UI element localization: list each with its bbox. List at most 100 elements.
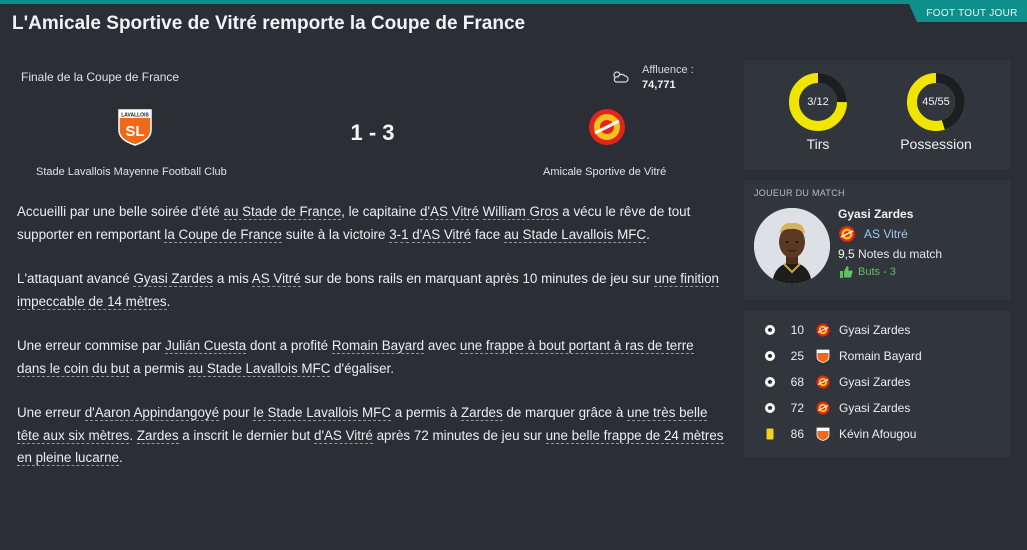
motm-title: JOUEUR DU MATCH — [754, 188, 845, 198]
article-text: après 72 minutes de jeu sur — [372, 427, 546, 443]
article-link[interactable]: au Stade Lavallois MFC — [503, 226, 647, 243]
report-paragraph-4: Une erreur d'Aaron Appindangoyé pour le … — [17, 402, 724, 470]
yellow-card-icon — [766, 428, 774, 440]
article-text: a permis — [129, 360, 189, 376]
event-minute: 25 — [790, 349, 804, 363]
away-crest-icon — [816, 375, 830, 389]
motm-rating: 9,5 Notes du match — [838, 247, 942, 261]
event-row[interactable]: 25 Romain Bayard — [744, 344, 1010, 370]
article-text: dont a profité — [246, 338, 332, 353]
article-link[interactable]: le Stade Lavallois MFC — [253, 405, 392, 421]
competition-label: Finale de la Coupe de France — [21, 70, 180, 84]
article-link[interactable]: d'AS Vitré — [412, 226, 472, 243]
article-text: pour — [219, 405, 254, 420]
article-text: . — [646, 226, 650, 242]
article-link[interactable]: d'AS Vitré — [314, 427, 373, 444]
article-link[interactable]: Romain Bayard — [331, 338, 425, 354]
club-crest-icon — [839, 226, 855, 242]
article-text: sur de bons rails en marquant après 10 m… — [300, 271, 655, 286]
away-crest-icon — [816, 323, 830, 337]
event-minute: 10 — [790, 323, 804, 337]
article-link[interactable]: au Stade Lavallois MFC — [188, 360, 331, 377]
motm-rating-value: 9,5 — [838, 247, 855, 261]
player-avatar[interactable] — [754, 208, 830, 284]
report-paragraph-1: Accueilli par une belle soirée d'été au … — [17, 201, 724, 246]
article-text: a permis à — [391, 405, 461, 420]
ball-icon — [765, 351, 775, 361]
article-link[interactable]: 3-1 — [389, 226, 409, 243]
motm-club-link[interactable]: AS Vitré — [864, 227, 908, 241]
event-row[interactable]: 10 Gyasi Zardes — [744, 318, 1010, 344]
svg-text:SL: SL — [125, 123, 144, 140]
away-team-name[interactable]: Amicale Sportive de Vitré — [543, 166, 666, 178]
event-player[interactable]: Gyasi Zardes — [839, 375, 910, 389]
article-link[interactable]: d'Aaron Appindangoyé — [84, 405, 220, 421]
article-text: face — [471, 226, 504, 242]
event-player[interactable]: Kévin Afougou — [839, 427, 916, 441]
event-row[interactable]: 86 Kévin Afougou — [744, 422, 1010, 448]
article-link[interactable]: William Gros — [482, 204, 559, 220]
shots-value: 3/12 — [807, 96, 829, 108]
event-minute: 86 — [790, 427, 804, 441]
motm-rating-label: Notes du match — [858, 247, 943, 261]
article-text: suite à la victoire — [282, 226, 390, 242]
article-text: . — [119, 450, 123, 465]
article-text: de marquer grâce à — [502, 405, 627, 420]
ball-icon — [765, 377, 775, 387]
article-text: d'égaliser. — [330, 360, 394, 376]
article-text: . — [129, 427, 137, 443]
possession-label: Possession — [900, 136, 972, 152]
attendance-value: 74,771 — [642, 79, 676, 91]
cloud-sun-icon — [613, 71, 629, 83]
article-text: , le capitaine — [341, 204, 421, 219]
svg-text:LAVALLOIS: LAVALLOIS — [121, 113, 149, 119]
event-player[interactable]: Romain Bayard — [839, 349, 922, 363]
shots-label: Tirs — [806, 136, 830, 152]
attendance-label: Affluence : — [642, 64, 694, 76]
article-text: a mis — [213, 271, 252, 286]
top-accent-bar — [0, 0, 1027, 4]
article-link[interactable]: d'AS Vitré — [420, 204, 479, 220]
home-crest-icon — [816, 349, 830, 363]
match-report: Accueilli par une belle soirée d'été au … — [17, 201, 724, 492]
player-of-the-match-panel: JOUEUR DU MATCH Gyasi Zardes AS Vitré 9,… — [744, 180, 1010, 300]
article-link[interactable]: Zardes — [461, 405, 503, 421]
event-minute: 72 — [790, 401, 804, 415]
article-text: . — [166, 293, 171, 309]
ball-icon — [765, 325, 775, 335]
article-text: avec — [424, 338, 460, 353]
event-minute: 68 — [790, 375, 804, 389]
event-player[interactable]: Gyasi Zardes — [839, 323, 910, 337]
event-player[interactable]: Gyasi Zardes — [839, 401, 910, 415]
possession-value: 45/55 — [922, 96, 950, 108]
article-link[interactable]: Julián Cuesta — [165, 338, 247, 354]
away-crest-icon — [816, 401, 830, 415]
report-paragraph-2: L'attaquant avancé Gyasi Zardes a mis AS… — [17, 268, 724, 313]
event-row[interactable]: 72 Gyasi Zardes — [744, 396, 1010, 422]
away-team-crest[interactable] — [587, 107, 627, 147]
home-team-crest[interactable]: LAVALLOIS SL — [115, 106, 155, 146]
home-team-name[interactable]: Stade Lavallois Mayenne Football Club — [36, 166, 227, 178]
source-tag: FOOT TOUT JOUR — [909, 4, 1027, 22]
article-link[interactable]: AS Vitré — [251, 271, 301, 287]
article-text: L'attaquant avancé — [17, 271, 134, 286]
thumbs-up-icon — [840, 266, 853, 278]
match-score: 1 - 3 — [350, 120, 395, 145]
motm-goals: Buts - 3 — [858, 266, 896, 278]
article-text: Une erreur commise par — [17, 338, 166, 353]
ball-icon — [765, 403, 775, 413]
motm-player-name[interactable]: Gyasi Zardes — [838, 207, 913, 221]
article-text: a inscrit le dernier but — [178, 427, 314, 443]
article-link[interactable]: Gyasi Zardes — [133, 271, 214, 287]
article-text: Accueilli par une belle soirée d'été — [17, 204, 224, 219]
article-link[interactable]: Zardes — [136, 427, 179, 444]
home-crest-icon — [816, 427, 830, 441]
page-title: L'Amicale Sportive de Vitré remporte la … — [12, 13, 526, 34]
article-link[interactable]: au Stade de France — [223, 204, 342, 220]
article-text: Une erreur — [17, 405, 85, 420]
report-paragraph-3: Une erreur commise par Julián Cuesta don… — [17, 335, 724, 380]
match-stats-panel: 3/12 Tirs 45/55 Possession — [744, 60, 1010, 170]
match-events-panel: 10 Gyasi Zardes 25 Romain Bayard 68 Gyas… — [744, 311, 1010, 457]
article-link[interactable]: la Coupe de France — [164, 226, 283, 243]
event-row[interactable]: 68 Gyasi Zardes — [744, 370, 1010, 396]
